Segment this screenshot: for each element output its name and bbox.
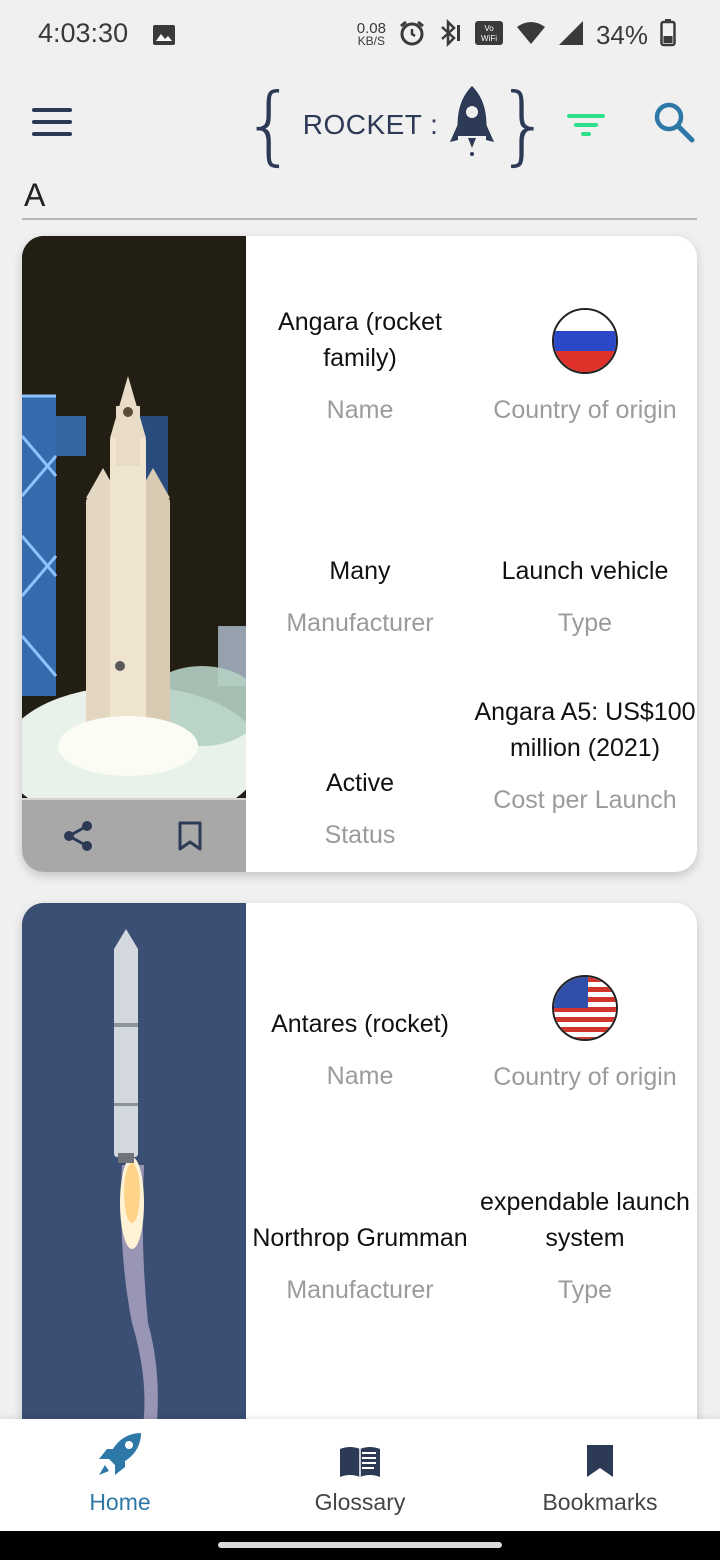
manufacturer-value: Northrop Grumman xyxy=(252,1224,468,1252)
rocket-image xyxy=(22,236,262,826)
status-time: 4:03:30 xyxy=(38,18,129,48)
share-icon[interactable] xyxy=(58,816,98,856)
nav-bookmarks[interactable]: Bookmarks xyxy=(480,1419,720,1531)
country-field: Country of origin xyxy=(472,975,697,1092)
speed-unit: KB/S xyxy=(357,34,386,48)
search-icon[interactable] xyxy=(652,100,696,144)
bottom-navigation: Home Glossary Bookmarks xyxy=(0,1419,720,1531)
type-value: expendable launch system xyxy=(480,1188,690,1252)
type-label: Type xyxy=(557,1276,613,1304)
nav-bookmarks-label: Bookmarks xyxy=(542,1489,658,1515)
manufacturer-field: Many Manufacturer xyxy=(247,553,473,638)
logo-brace-right: } xyxy=(496,75,552,175)
nav-home-label: Home xyxy=(89,1489,151,1515)
rocket-image xyxy=(22,903,246,1463)
svg-text:Vo: Vo xyxy=(484,24,494,33)
type-field: Launch vehicle Type xyxy=(472,553,697,638)
wifi-icon xyxy=(516,21,546,50)
manufacturer-value: Many xyxy=(329,557,391,585)
card-actions xyxy=(22,798,246,872)
battery-icon xyxy=(660,18,676,52)
country-label: Country of origin xyxy=(493,1063,677,1091)
nav-home[interactable]: Home xyxy=(0,1419,240,1531)
nav-glossary-label: Glossary xyxy=(314,1489,406,1515)
gallery-icon xyxy=(152,24,176,51)
bookmark-icon[interactable] xyxy=(170,816,210,856)
battery-percent: 34% xyxy=(595,19,648,50)
book-icon xyxy=(240,1419,480,1479)
cost-value: Angara A5: US$100 million (2021) xyxy=(474,698,696,762)
vowifi-icon: Vo WiFi xyxy=(474,20,504,51)
status-bar: 4:03:30 0.08 KB/S Vo WiFi 34% xyxy=(0,0,720,70)
nav-glossary[interactable]: Glossary xyxy=(240,1419,480,1531)
signal-icon xyxy=(558,20,584,51)
name-label: Name xyxy=(326,1062,394,1090)
type-value: Launch vehicle xyxy=(501,557,669,585)
rocket-logo-icon xyxy=(448,84,496,167)
rocket-card[interactable]: Angara (rocket family) Name Country of o… xyxy=(22,236,697,872)
search-input[interactable] xyxy=(22,172,697,218)
alarm-icon xyxy=(398,19,426,52)
svg-text:WiFi: WiFi xyxy=(481,34,497,43)
bookmark-icon xyxy=(480,1419,720,1479)
manufacturer-label: Manufacturer xyxy=(286,609,434,637)
manufacturer-field: Northrop Grumman Manufacturer xyxy=(247,1220,473,1305)
usa-flag-icon xyxy=(552,975,618,1041)
status-value: Active xyxy=(325,769,395,797)
rocket-icon xyxy=(0,1419,240,1479)
russia-flag-icon xyxy=(552,308,618,374)
app-logo: { ROCKET : } xyxy=(242,80,551,170)
country-label: Country of origin xyxy=(493,396,677,424)
cost-field: Angara A5: US$100 million (2021) Cost pe… xyxy=(472,694,697,815)
type-label: Type xyxy=(557,609,613,637)
name-label: Name xyxy=(326,396,394,424)
manufacturer-label: Manufacturer xyxy=(286,1276,434,1304)
status-label: Status xyxy=(324,821,396,849)
logo-brace-left: { xyxy=(242,75,297,175)
status-field: Active Status xyxy=(247,765,473,850)
filter-icon[interactable] xyxy=(566,108,606,142)
type-field: expendable launch system Type xyxy=(472,1184,697,1305)
logo-text: ROCKET : xyxy=(302,109,439,140)
rocket-name-field: Antares (rocket) Name xyxy=(247,1006,473,1091)
network-speed: 0.08 KB/S xyxy=(357,21,386,48)
country-field: Country of origin xyxy=(472,308,697,425)
gesture-bar xyxy=(0,1531,720,1560)
search-field[interactable] xyxy=(22,172,697,220)
hamburger-menu-icon[interactable] xyxy=(30,102,74,142)
rocket-name: Angara (rocket family) xyxy=(278,308,442,372)
rocket-card[interactable]: Antares (rocket) Name Country of origin … xyxy=(22,903,697,1463)
home-gesture-pill[interactable] xyxy=(218,1542,502,1548)
rocket-name-field: Angara (rocket family) Name xyxy=(247,304,473,425)
cost-label: Cost per Launch xyxy=(493,786,677,814)
app-bar: { ROCKET : } xyxy=(0,72,720,172)
bluetooth-icon xyxy=(438,18,462,52)
rocket-name: Antares (rocket) xyxy=(271,1010,449,1038)
